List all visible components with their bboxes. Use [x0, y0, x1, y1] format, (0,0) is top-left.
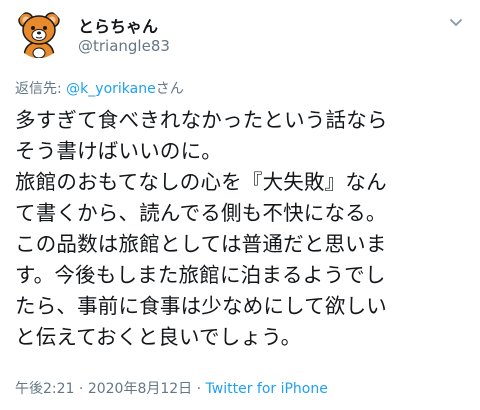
reply-prefix: 返信先: — [15, 81, 67, 97]
reply-to: 返信先: @k_yorikaneさん — [15, 78, 184, 98]
tweet-text-line: と伝えておくと良いでしょう。 — [15, 325, 302, 349]
meta-separator: · — [192, 381, 206, 397]
tweet-date[interactable]: 2020年8月12日 — [88, 381, 192, 397]
reply-mention-link[interactable]: @k_yorikane — [66, 81, 156, 97]
tweet-text-line: 旅館のおもてなしの心を『大失敗』なん — [15, 170, 387, 194]
avatar[interactable] — [14, 8, 64, 58]
display-name[interactable]: とらちゃん — [78, 13, 158, 37]
bear-avatar-icon — [18, 12, 60, 58]
tweet-meta: 午後2:21 · 2020年8月12日 · Twitter for iPhone — [15, 378, 328, 398]
tweet-text-line: この品数は旅館としては普通だと思いま — [15, 232, 387, 256]
chevron-down-icon[interactable] — [446, 12, 466, 32]
tweet-text: 多すぎて食べきれなかったという話なら そう書けばいいのに。 旅館のおもてなしの心… — [15, 105, 475, 353]
tweet-text-line: て書くから、読んでる側も不快になる。 — [15, 201, 387, 225]
user-handle[interactable]: @triangle83 — [78, 37, 170, 55]
tweet-text-line: そう書けばいいのに。 — [15, 139, 222, 163]
tweet-text-line: す。今後もしまた旅館に泊まるようでし — [15, 263, 386, 287]
reply-suffix: さん — [155, 81, 184, 97]
tweet: とらちゃん @triangle83 返信先: @k_yorikaneさん 多すぎ… — [0, 0, 480, 410]
tweet-text-line: 多すぎて食べきれなかったという話なら — [15, 108, 388, 132]
tweet-time[interactable]: 午後2:21 — [15, 381, 74, 397]
tweet-text-line: たら、事前に食事は少なめにして欲しい — [15, 294, 387, 318]
meta-separator: · — [74, 381, 88, 397]
tweet-source-link[interactable]: Twitter for iPhone — [206, 381, 328, 397]
